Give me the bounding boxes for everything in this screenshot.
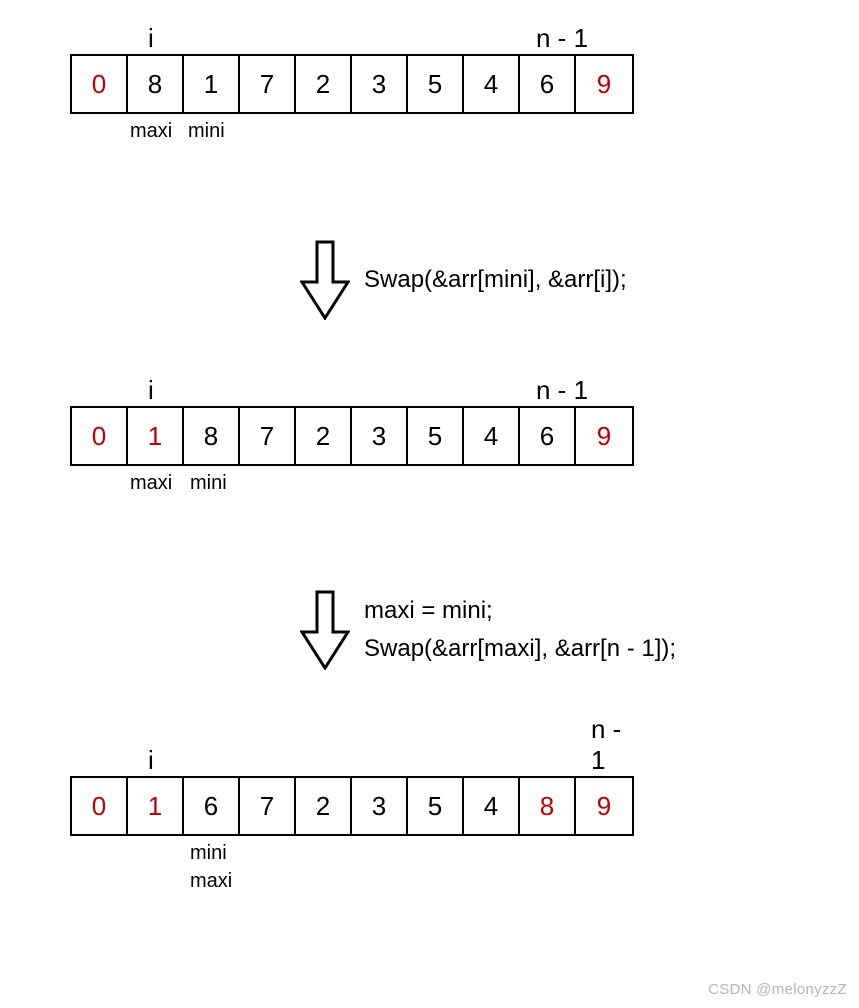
label-n-minus-1: n - 1: [536, 23, 588, 54]
cell: 5: [408, 778, 464, 834]
cell: 6: [184, 778, 240, 834]
cell: 9: [576, 56, 632, 112]
cell: 4: [464, 408, 520, 464]
cell: 7: [240, 408, 296, 464]
cell: 1: [184, 56, 240, 112]
label-n-minus-1: n - 1: [591, 714, 634, 776]
cell: 3: [352, 778, 408, 834]
stage3-top-labels: i n - 1: [70, 740, 634, 776]
transition-2: maxi = mini; Swap(&arr[maxi], &arr[n - 1…: [300, 590, 676, 670]
cell: 2: [296, 408, 352, 464]
cell: 0: [72, 778, 128, 834]
cell: 1: [128, 408, 184, 464]
label-n-minus-1: n - 1: [536, 375, 588, 406]
cell: 5: [408, 408, 464, 464]
cell: 4: [464, 56, 520, 112]
stage2-bottom-labels: maxi mini: [70, 466, 634, 526]
cell: 9: [576, 778, 632, 834]
label-mini: mini: [190, 842, 227, 865]
stage3-bottom-labels: mini maxi: [70, 836, 634, 896]
cell: 5: [408, 56, 464, 112]
cell: 7: [240, 56, 296, 112]
stage-2: i n - 1 0 1 8 7 2 3 5 4 6 9 maxi mini: [70, 370, 634, 526]
stage1-top-labels: i n - 1: [70, 18, 634, 54]
cell: 7: [240, 778, 296, 834]
label-maxi: maxi: [190, 870, 232, 893]
transition-2-code-line1: maxi = mini;: [364, 592, 676, 630]
down-arrow-icon: [300, 240, 350, 320]
transition-1-code: Swap(&arr[mini], &arr[i]);: [364, 261, 627, 299]
cell: 4: [464, 778, 520, 834]
watermark: CSDN @melonyzzZ: [708, 981, 847, 998]
cell: 8: [128, 56, 184, 112]
cell: 2: [296, 778, 352, 834]
stage1-bottom-labels: maxi mini: [70, 114, 634, 174]
cell: 6: [520, 408, 576, 464]
cell: 2: [296, 56, 352, 112]
label-mini: mini: [188, 120, 225, 143]
transition-2-code-line2: Swap(&arr[maxi], &arr[n - 1]);: [364, 630, 676, 668]
cell: 6: [520, 56, 576, 112]
transition-1: Swap(&arr[mini], &arr[i]);: [300, 240, 627, 320]
stage2-top-labels: i n - 1: [70, 370, 634, 406]
cell: 8: [184, 408, 240, 464]
stage-1: i n - 1 0 8 1 7 2 3 5 4 6 9 maxi mini: [70, 18, 634, 174]
label-maxi: maxi: [130, 472, 172, 495]
label-i: i: [148, 745, 154, 776]
cell: 8: [520, 778, 576, 834]
cell: 0: [72, 408, 128, 464]
label-maxi: maxi: [130, 120, 172, 143]
stage-3: i n - 1 0 1 6 7 2 3 5 4 8 9 mini maxi: [70, 740, 634, 896]
transition-2-code: maxi = mini; Swap(&arr[maxi], &arr[n - 1…: [364, 592, 676, 669]
cell: 3: [352, 56, 408, 112]
cell: 3: [352, 408, 408, 464]
array-3: 0 1 6 7 2 3 5 4 8 9: [70, 776, 634, 836]
array-2: 0 1 8 7 2 3 5 4 6 9: [70, 406, 634, 466]
cell: 0: [72, 56, 128, 112]
label-i: i: [148, 375, 154, 406]
cell: 9: [576, 408, 632, 464]
array-1: 0 8 1 7 2 3 5 4 6 9: [70, 54, 634, 114]
cell: 1: [128, 778, 184, 834]
label-i: i: [148, 23, 154, 54]
label-mini: mini: [190, 472, 227, 495]
down-arrow-icon: [300, 590, 350, 670]
